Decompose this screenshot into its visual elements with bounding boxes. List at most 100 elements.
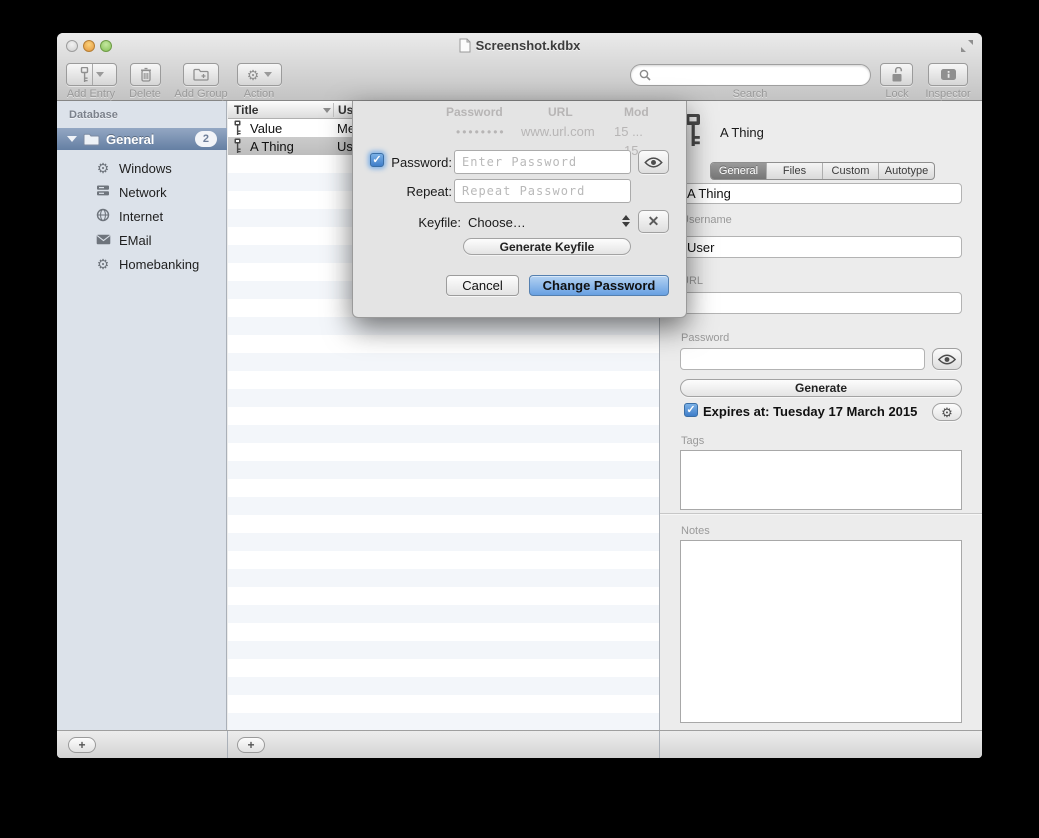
window-chrome: Screenshot.kdbx Add Entry Delete Add Gro… xyxy=(57,33,982,101)
change-password-button[interactable]: Change Password xyxy=(529,275,669,296)
chevron-down-icon xyxy=(264,72,272,77)
folder-icon xyxy=(83,133,100,146)
tab-custom[interactable]: Custom xyxy=(823,163,879,179)
server-icon xyxy=(95,184,111,200)
tab-files[interactable]: Files xyxy=(767,163,823,179)
entry-count-badge: 2 xyxy=(195,131,217,147)
delete-label: Delete xyxy=(115,88,175,100)
inspector-panel: A Thing General Files Custom Autotype Us… xyxy=(660,101,982,730)
section-divider xyxy=(660,513,982,514)
divider xyxy=(227,731,228,758)
gear-icon: ⚙ xyxy=(95,160,111,176)
trash-icon xyxy=(140,67,152,82)
inspector-label: Inspector xyxy=(918,88,978,100)
keyfile-popup[interactable]: Choose… xyxy=(468,215,526,230)
ghost-mod-value: 15 ... xyxy=(614,124,643,139)
ghost-url-value: www.url.com xyxy=(521,124,595,139)
sidebar-section-header: Database xyxy=(69,109,118,121)
column-divider[interactable] xyxy=(333,103,334,117)
username-field[interactable] xyxy=(680,236,962,258)
lock-label: Lock xyxy=(870,88,924,100)
window-title: Screenshot.kdbx xyxy=(57,38,982,53)
generate-password-button[interactable]: Generate xyxy=(680,379,962,397)
inspector-tabs: General Files Custom Autotype xyxy=(710,162,935,180)
gear-icon: ⚙ xyxy=(941,406,953,419)
divider xyxy=(92,64,93,85)
chevron-down-icon xyxy=(96,72,104,77)
delete-button[interactable] xyxy=(130,63,161,86)
generate-keyfile-button[interactable]: Generate Keyfile xyxy=(463,238,631,255)
search-icon xyxy=(639,69,651,81)
lock-open-icon xyxy=(890,67,904,83)
fullscreen-icon[interactable] xyxy=(960,39,974,53)
title-field[interactable] xyxy=(680,183,962,204)
sidebar-item-homebanking[interactable]: ⚙ Homebanking xyxy=(57,253,227,275)
search-input[interactable] xyxy=(656,66,870,84)
sheet-password-input[interactable] xyxy=(454,150,631,174)
ghost-masked-password: •••••••• xyxy=(456,125,506,139)
column-header-title[interactable]: Title xyxy=(234,103,258,117)
password-field[interactable] xyxy=(680,348,925,370)
add-group-button[interactable] xyxy=(183,63,219,86)
close-icon: ✕ xyxy=(648,213,660,230)
eye-icon xyxy=(938,354,956,365)
tab-general[interactable]: General xyxy=(711,163,767,179)
sort-indicator-icon xyxy=(323,108,331,113)
sidebar-item-email[interactable]: EMail xyxy=(57,229,227,251)
action-label: Action xyxy=(229,88,289,100)
add-entry-label: Add Entry xyxy=(61,88,121,100)
url-field[interactable] xyxy=(680,292,962,314)
tags-textarea[interactable] xyxy=(680,450,962,510)
ghost-mod-column: Mod xyxy=(624,105,649,119)
sheet-password-label: Password: xyxy=(353,155,452,170)
change-password-sheet: Password URL Mod •••••••• www.url.com 15… xyxy=(352,101,687,318)
key-icon xyxy=(80,67,89,83)
reveal-password-button[interactable] xyxy=(932,348,962,370)
cancel-button[interactable]: Cancel xyxy=(446,275,519,296)
sidebar-item-windows[interactable]: ⚙ Windows xyxy=(57,157,227,179)
sheet-repeat-label: Repeat: xyxy=(353,184,452,199)
username-label: Username xyxy=(681,214,732,226)
action-button[interactable]: ⚙ xyxy=(237,63,282,86)
add-entry-button[interactable] xyxy=(66,63,117,86)
gear-icon: ⚙ xyxy=(95,256,111,272)
search-label: Search xyxy=(720,88,780,100)
stepper-icon[interactable] xyxy=(621,212,630,230)
sidebar-item-internet[interactable]: Internet xyxy=(57,205,227,227)
inspector-entry-title: A Thing xyxy=(720,125,764,140)
eye-icon xyxy=(644,157,663,168)
lock-button[interactable] xyxy=(880,63,913,86)
sheet-keyfile-label: Keyfile: xyxy=(353,215,461,230)
app-window: Screenshot.kdbx Add Entry Delete Add Gro… xyxy=(57,33,982,758)
notes-label: Notes xyxy=(681,525,710,537)
divider xyxy=(659,731,660,758)
expires-checkbox[interactable]: ✓ xyxy=(684,403,698,417)
password-label: Password xyxy=(681,332,729,344)
globe-icon xyxy=(95,208,111,225)
sheet-reveal-password-button[interactable] xyxy=(638,150,669,174)
search-field[interactable] xyxy=(630,64,871,86)
envelope-icon xyxy=(95,232,111,248)
key-icon xyxy=(233,138,242,154)
expire-presets-button[interactable]: ⚙ xyxy=(932,403,962,421)
ghost-password-column: Password xyxy=(446,105,503,119)
clear-keyfile-button[interactable]: ✕ xyxy=(638,210,669,233)
group-sidebar: Database General 2 ⚙ Windows Network Int… xyxy=(57,101,227,730)
add-group-label: Add Group xyxy=(170,88,232,100)
inspector-icon xyxy=(940,68,957,81)
desktop: Screenshot.kdbx Add Entry Delete Add Gro… xyxy=(0,0,1039,838)
sheet-repeat-input[interactable] xyxy=(454,179,631,203)
document-icon xyxy=(459,38,471,53)
sidebar-item-network[interactable]: Network xyxy=(57,181,227,203)
sidebar-group-general[interactable]: General 2 xyxy=(57,128,227,150)
expires-label: Expires at: Tuesday 17 March 2015 xyxy=(703,404,917,419)
add-entry-footer-button[interactable]: + xyxy=(237,737,265,753)
add-group-footer-button[interactable]: + xyxy=(68,737,96,753)
key-icon xyxy=(233,120,242,136)
ghost-url-column: URL xyxy=(548,105,573,119)
tab-autotype[interactable]: Autotype xyxy=(879,163,934,179)
disclosure-triangle-icon[interactable] xyxy=(67,136,77,142)
inspector-button[interactable] xyxy=(928,63,968,86)
gear-icon: ⚙ xyxy=(247,68,260,82)
notes-textarea[interactable] xyxy=(680,540,962,723)
